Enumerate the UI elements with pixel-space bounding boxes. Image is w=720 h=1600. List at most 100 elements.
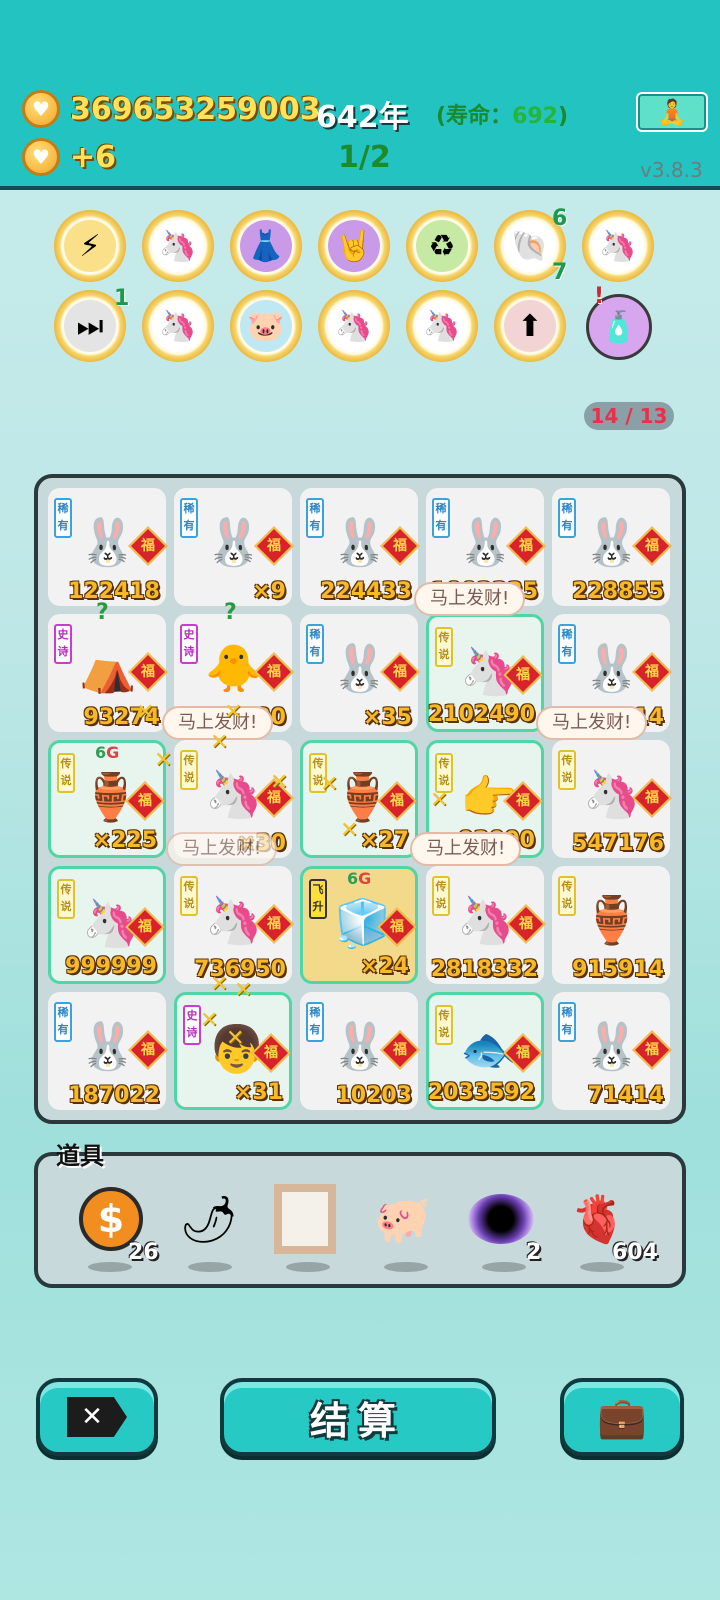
fortune-label: 福: [645, 1042, 659, 1058]
board-cell[interactable]: 传说 🏺 福 ×27: [300, 740, 418, 858]
item-shadow: [88, 1262, 132, 1272]
unicorn-icon: 🦄: [205, 892, 263, 947]
board-cell[interactable]: 传说 6G 🏺 福 ×225: [48, 740, 166, 858]
fortune-label: 福: [516, 667, 530, 683]
cell-value: 187022: [68, 1083, 160, 1108]
fortune-label: 福: [138, 919, 152, 935]
settle-button[interactable]: 结算: [220, 1378, 496, 1456]
meditate-button[interactable]: 🧘: [636, 92, 708, 132]
board-cell[interactable]: 史诗 👦 福 ×31: [174, 992, 292, 1110]
item-shadow: [384, 1262, 428, 1272]
rarity-tag: 稀有: [558, 498, 576, 538]
board-cell[interactable]: 稀有 🐰 福 71414: [552, 992, 672, 1110]
fortune-label: 福: [645, 538, 659, 554]
fortune-label: 福: [393, 538, 407, 554]
cell-value: 224433: [320, 579, 412, 604]
fortune-label: 福: [141, 538, 155, 554]
rarity-tag: 传说: [180, 750, 198, 790]
rarity-tag: 传说: [435, 1005, 453, 1045]
ascend-icon[interactable]: ⬆: [494, 290, 566, 362]
unicorn-icon[interactable]: 🦄: [318, 290, 390, 362]
board-cell[interactable]: 传说 🦄 福 736950: [174, 866, 294, 984]
cross-mark-icon: ✕: [340, 818, 359, 843]
rarity-tag: 稀有: [432, 498, 450, 538]
unicorn-glyph: 🦄: [592, 220, 644, 272]
income-per-turn: +6: [70, 140, 117, 175]
rock-hand-glyph: 🤘: [328, 220, 380, 272]
unicorn-icon[interactable]: 🦄: [582, 210, 654, 282]
board-cell[interactable]: 稀有 🐰 福 10203: [300, 992, 420, 1110]
rarity-tag: 稀有: [180, 498, 198, 538]
rabbit-icon: 🐰: [79, 514, 137, 569]
cell-value: 999999: [65, 954, 157, 979]
recycle-icon[interactable]: ♻: [406, 210, 478, 282]
piggy-bank-icon[interactable]: 🐷: [230, 290, 302, 362]
cell-value: ×27: [359, 828, 409, 853]
rarity-tag: 稀有: [54, 498, 72, 538]
board-cell[interactable]: 传说 🦄 福 999999: [48, 866, 166, 984]
rarity-tag: 传说: [432, 876, 450, 916]
unicorn-icon: 🦄: [205, 766, 263, 821]
fortune-label: 福: [390, 919, 404, 935]
board-cell[interactable]: 传说 🐟 福 2033592: [426, 992, 544, 1110]
question-mark: ?: [96, 600, 109, 625]
quit-button[interactable]: ✕: [36, 1378, 158, 1456]
board-cell[interactable]: 稀有 🐰 福 228855: [552, 488, 672, 606]
cross-mark-icon: ✕: [136, 700, 155, 725]
heart-coin-icon: ♥: [22, 90, 60, 128]
shell-glyph: 🐚: [504, 220, 556, 272]
unicorn-icon[interactable]: 🦄: [142, 210, 214, 282]
items-panel: $ 26 🌶 🐖 2 🫀 604: [34, 1152, 686, 1288]
rarity-tag: 稀有: [558, 624, 576, 664]
rarity-tag: 稀有: [54, 1002, 72, 1042]
fortune-label: 福: [390, 793, 404, 809]
skip-glyph: ⏭: [64, 300, 116, 352]
golden-pig-icon[interactable]: 🐖: [368, 1184, 438, 1254]
item-count: 604: [612, 1240, 658, 1265]
cross-mark-icon: ✕: [224, 700, 243, 725]
board-cell[interactable]: 传说 🦄 福 2102490: [426, 614, 544, 732]
board-cell[interactable]: 稀有 🐰 福 187022: [48, 992, 168, 1110]
cell-value: 71414: [587, 1083, 664, 1108]
board-cell[interactable]: 传说 🦄 福 2818332: [426, 866, 546, 984]
cell-value: 915914: [572, 957, 664, 982]
chick-character-icon: 🐥: [205, 640, 263, 695]
cell-value: ×24: [359, 954, 409, 979]
rarity-tag: 飞升: [309, 879, 327, 919]
rarity-tag: 传说: [57, 753, 75, 793]
6g-badge: 6G: [95, 743, 119, 762]
lightning-icon[interactable]: ⚡: [54, 210, 126, 282]
fortune-label: 福: [267, 538, 281, 554]
chili-pepper-icon[interactable]: 🌶: [174, 1184, 244, 1254]
rarity-tag: 史诗: [183, 1005, 201, 1045]
cell-value: ×35: [362, 705, 412, 730]
board-cell[interactable]: 传说 🦄 福 547176: [552, 740, 672, 858]
6g-letter: G: [358, 869, 372, 888]
cross-mark-icon: ✕: [234, 978, 253, 1003]
speech-bubble: 马上发财!: [414, 582, 526, 616]
board-cell[interactable]: 稀有 🐰 福 ×9: [174, 488, 294, 606]
rarity-tag: 稀有: [558, 1002, 576, 1042]
fortune-label: 福: [138, 793, 152, 809]
rabbit-icon: 🐰: [205, 514, 263, 569]
black-hole-glyph: [468, 1194, 534, 1244]
symbol-board: 稀有 🐰 福 122418 稀有 🐰 福 ×9 稀有 🐰 福 224433 稀有…: [34, 474, 686, 1124]
cell-value: 2102490: [427, 702, 535, 727]
board-cell[interactable]: 稀有 🐰 福 ×35: [300, 614, 420, 732]
6g-badge: 6G: [347, 869, 371, 888]
skirt-icon[interactable]: 👗: [230, 210, 302, 282]
fortune-label: 福: [141, 1042, 155, 1058]
rock-hand-icon[interactable]: 🤘: [318, 210, 390, 282]
cross-mark-icon: ✕: [430, 788, 449, 813]
unicorn-icon[interactable]: 🦄: [406, 290, 478, 362]
board-cell[interactable]: 传说 🏺 915914: [552, 866, 670, 984]
board-cell[interactable]: 飞升 6G 🧊 福 ×24: [300, 866, 418, 984]
inventory-button[interactable]: 💼: [560, 1378, 684, 1456]
frame-icon[interactable]: [270, 1184, 340, 1254]
unicorn-icon[interactable]: 🦄: [142, 290, 214, 362]
fortune-label: 福: [519, 538, 533, 554]
board-cell[interactable]: 稀有 🐰 福 224433: [300, 488, 420, 606]
board-cell[interactable]: 稀有 🐰 福 122418: [48, 488, 168, 606]
rarity-tag: 传说: [180, 876, 198, 916]
cell-value: 547176: [572, 831, 664, 856]
